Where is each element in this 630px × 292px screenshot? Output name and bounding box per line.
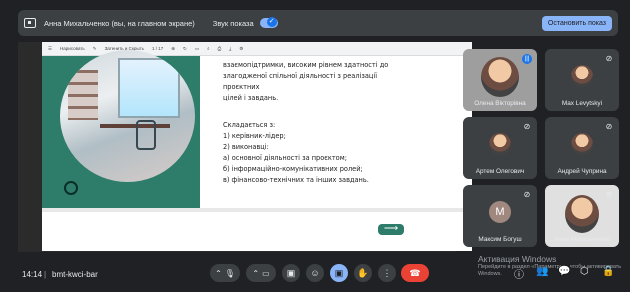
separator: | <box>44 270 47 279</box>
participant-tile[interactable]: ⊘ Артем Олегович <box>463 117 537 179</box>
present-button[interactable]: ▣ <box>330 264 348 282</box>
erase-icon[interactable]: ✎ <box>93 46 97 52</box>
watermark-title: Активация Windows <box>478 254 557 264</box>
photo-desk <box>100 124 170 128</box>
mic-off-icon: ⊘ <box>605 54 613 63</box>
participant-name: Максим Богуш <box>478 236 522 243</box>
fit-icon[interactable]: ▭ <box>195 46 199 52</box>
slide-text: взаємопідтримки, високим рівнем здатност… <box>223 60 409 186</box>
zoom-icon[interactable]: ⊕ <box>171 46 175 52</box>
camera-off-icon: ▭ <box>262 268 270 278</box>
photo-chair <box>136 120 156 150</box>
participant-tile[interactable]: ⊘ Max Levytskyi <box>545 49 619 111</box>
emoji-icon: ☺ <box>310 268 320 278</box>
participant-tile[interactable]: ⊘ Андрей Чуприна <box>545 117 619 179</box>
slide-item: 2) виконавці: <box>223 143 269 151</box>
mic-off-icon: 🎙 <box>224 268 235 278</box>
participant-avatar: М <box>489 201 511 223</box>
more-vertical-icon: ⋮ <box>382 267 392 278</box>
participant-tile[interactable]: ⊘ Анна Михальченко <box>545 185 619 247</box>
office-photo <box>60 50 195 182</box>
hand-icon: ✋ <box>357 267 369 278</box>
mic-button[interactable]: ⌃ 🎙 <box>210 264 240 282</box>
participant-tile[interactable]: М ⊘ Максим Богуш <box>463 185 537 247</box>
participant-avatar <box>489 133 511 155</box>
settings-icon[interactable]: ⚙ <box>239 46 243 52</box>
chat-icon[interactable]: 💬 <box>558 266 570 277</box>
stop-presenting-button[interactable]: Остановить показ <box>541 15 612 31</box>
participant-video <box>481 57 519 97</box>
print-icon[interactable]: ⎙ <box>218 46 222 51</box>
slide-line: взаємопідтримки, високим рівнем здатност… <box>223 61 389 69</box>
captions-icon: ▣ <box>286 267 296 278</box>
slide-item: а) основної діяльності за проєктом; <box>223 154 347 162</box>
present-screen-icon <box>24 18 36 28</box>
participant-name: Анна Михальченко <box>554 236 610 243</box>
end-call-icon: ☎ <box>409 267 421 278</box>
participant-video <box>565 195 599 233</box>
leave-call-button[interactable]: ☎ <box>401 264 429 282</box>
raise-hand-button[interactable]: ✋ <box>354 264 372 282</box>
people-icon[interactable]: 👥 <box>536 266 548 277</box>
decorative-ring <box>64 181 78 195</box>
next-arrow-button[interactable]: ⟶ <box>378 224 404 235</box>
sound-toggle[interactable] <box>259 17 278 28</box>
page-divider <box>42 208 472 212</box>
reactions-button[interactable]: ☺ <box>306 264 324 282</box>
participant-name: Max Levytskyi <box>561 100 603 107</box>
participant-avatar <box>571 133 593 155</box>
mic-off-icon: ⊘ <box>523 190 531 199</box>
activities-icon[interactable]: ⬡ <box>580 266 589 277</box>
participant-name: Артем Олегович <box>475 168 525 175</box>
shared-screen: ☰ Нарисовать ✎ Затенить и Скрыть 1 / 17 … <box>18 42 472 252</box>
chevron-up-icon: ⌃ <box>215 268 222 278</box>
meeting-code: bmt-kwci-bar <box>52 270 98 279</box>
host-controls-icon[interactable]: 🔒 <box>602 266 614 277</box>
menu-icon[interactable]: ☰ <box>48 46 52 52</box>
photo-shelf <box>68 70 98 120</box>
mic-off-icon: ⊘ <box>523 122 531 131</box>
slide-heading: Складається з: <box>223 121 276 129</box>
slide-item: б) інформаційно-комунікативних ролей; <box>223 165 363 173</box>
participant-avatar <box>571 65 593 87</box>
participant-name: Олена Вікторівна <box>474 100 526 107</box>
mic-off-icon: ⊘ <box>605 190 613 199</box>
slide-line: злагодженої спільної діяльності з реаліз… <box>223 72 378 91</box>
presenter-label: Анна Михальченко (вы, на главном экране) <box>44 18 195 28</box>
photo-window <box>118 58 180 118</box>
more-options-button[interactable]: ⋮ <box>378 264 396 282</box>
participant-name: Андрей Чуприна <box>557 168 607 175</box>
camera-button[interactable]: ⌃ ▭ <box>246 264 276 282</box>
rotate-icon[interactable]: ↻ <box>183 46 187 52</box>
slide-item: в) фінансово-технічних та інших завдань. <box>223 176 369 184</box>
captions-button[interactable]: ▣ <box>282 264 300 282</box>
presenting-banner: Анна Михальченко (вы, на главном экране)… <box>18 10 618 36</box>
search-icon[interactable]: ⌕ <box>207 46 210 51</box>
slide-page: взаємопідтримки, високим рівнем здатност… <box>42 50 472 251</box>
present-screen-icon: ▣ <box>334 267 344 278</box>
download-icon[interactable]: ⤓ <box>229 46 231 51</box>
info-icon[interactable]: ⓘ <box>514 266 524 281</box>
page-counter: 1 / 17 <box>151 46 164 51</box>
meeting-time: 14:14 <box>22 270 43 279</box>
draw-tool[interactable]: Нарисовать <box>60 46 85 51</box>
mic-off-icon: ⊘ <box>605 122 613 131</box>
participant-tile[interactable]: ||| Олена Вікторівна <box>463 49 537 111</box>
slide-line: цілей і завдань. <box>223 94 279 102</box>
slide-item: 1) керівник-лідер; <box>223 132 286 140</box>
chevron-up-icon: ⌃ <box>252 268 260 278</box>
sound-label: Звук показа <box>212 18 254 28</box>
speaking-indicator-icon: ||| <box>522 54 532 64</box>
